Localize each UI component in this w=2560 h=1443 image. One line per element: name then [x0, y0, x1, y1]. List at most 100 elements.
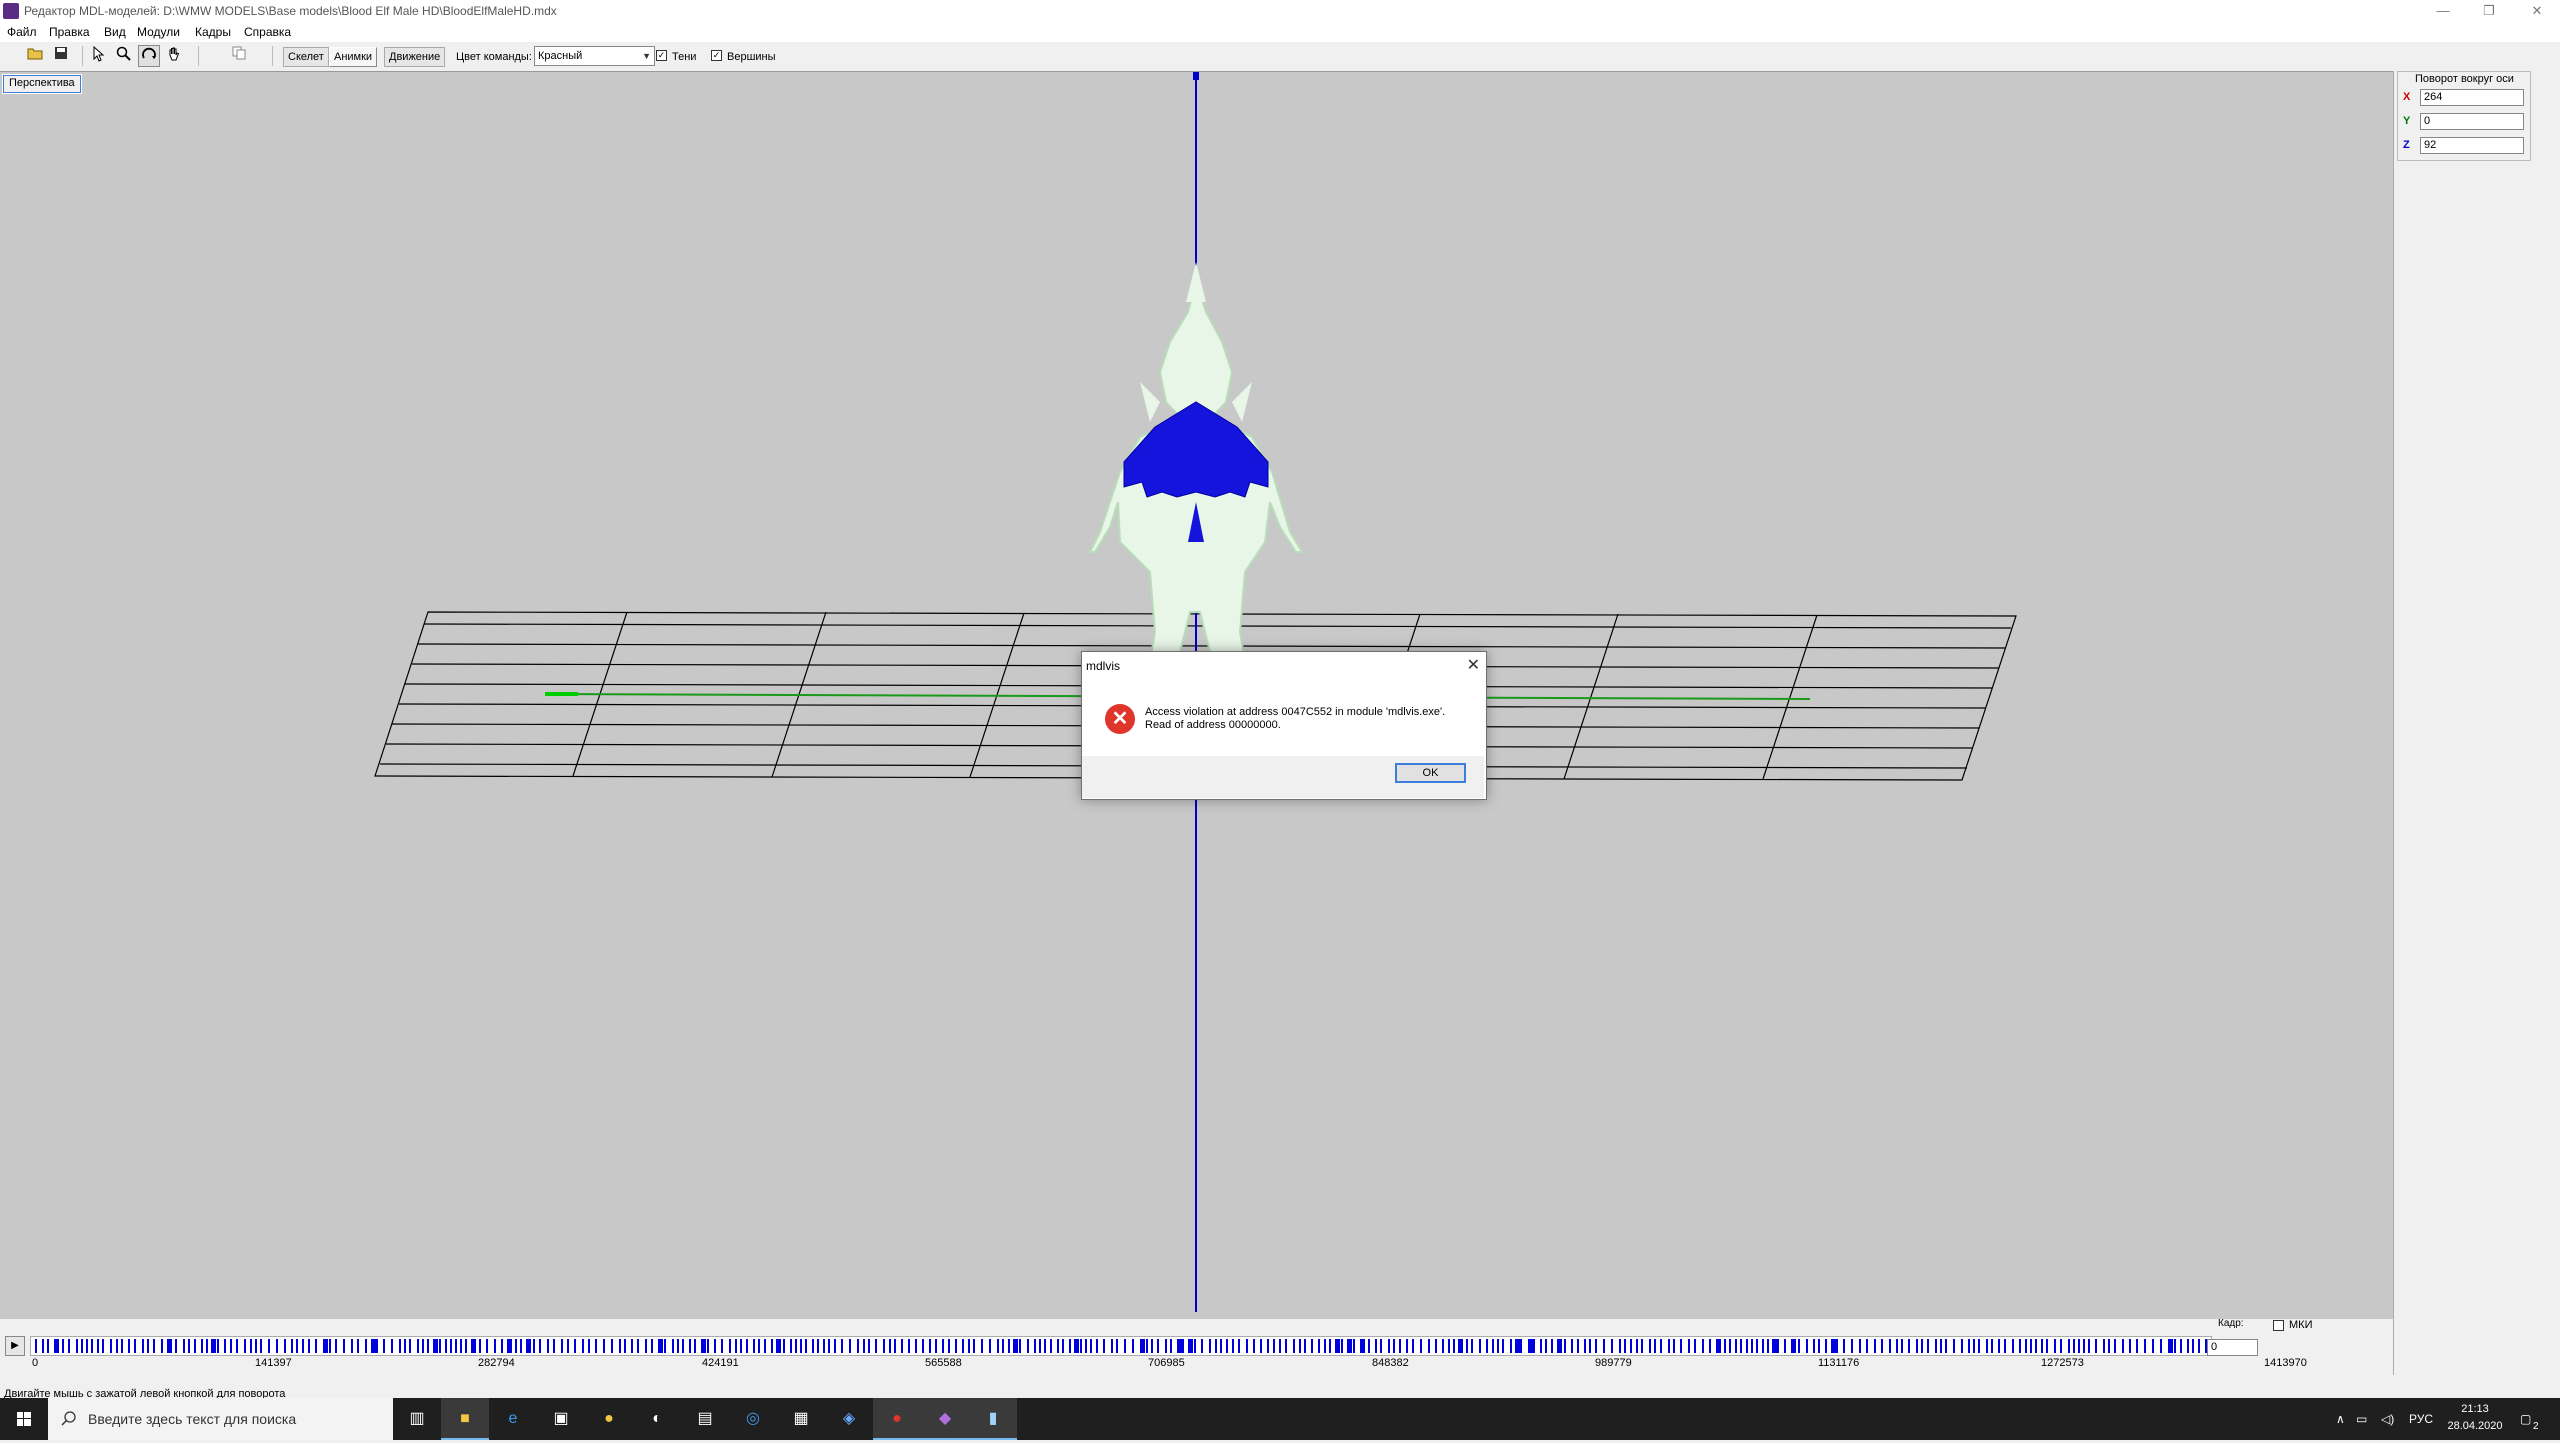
open-file-icon[interactable] — [24, 45, 46, 67]
chrome-icon[interactable]: ● — [585, 1398, 633, 1440]
photoshop-icon[interactable]: ◈ — [825, 1398, 873, 1440]
keyframe-mark — [1116, 1339, 1118, 1353]
team-color-select[interactable]: Красный ▼ — [534, 46, 655, 66]
axis-z-input[interactable]: 92 — [2420, 137, 2524, 154]
play-icon[interactable]: ▶ — [5, 1336, 25, 1356]
select-cursor-icon[interactable] — [88, 45, 110, 67]
keyframe-mark — [1085, 1339, 1087, 1353]
app-window-icon[interactable]: ▦ — [777, 1398, 825, 1440]
keyframe-mark — [800, 1339, 802, 1353]
taskbar-search[interactable]: Введите здесь текст для поиска — [48, 1398, 393, 1440]
close-button[interactable]: ✕ — [2514, 0, 2560, 22]
steam-icon[interactable]: ◐ — [633, 1398, 681, 1440]
start-button[interactable] — [0, 1398, 48, 1440]
perspective-button[interactable]: Перспектива — [2, 74, 82, 94]
keyframe-mark — [2108, 1339, 2110, 1353]
restore-button[interactable]: ❐ — [2466, 0, 2512, 22]
rotation-title: Поворот вокруг оси — [2415, 73, 2514, 85]
keyframe-mark — [1311, 1339, 1313, 1353]
keyframe-mark — [110, 1339, 112, 1353]
keyframe-mark — [2019, 1339, 2021, 1353]
keyframe-mark — [645, 1339, 647, 1353]
uplay-icon[interactable]: ◎ — [729, 1398, 777, 1440]
tab-skeleton[interactable]: Скелет — [283, 47, 329, 67]
keyframe-mark — [494, 1339, 496, 1353]
keyframe-mark — [694, 1339, 696, 1353]
axis-x-input[interactable]: 264 — [2420, 89, 2524, 106]
vertices-checkbox[interactable]: ✓ — [711, 50, 722, 61]
keyframe-mark — [1442, 1339, 1444, 1353]
keyframe-mark — [714, 1339, 716, 1353]
mdlvis-icon[interactable]: ◆ — [921, 1398, 969, 1440]
minimize-button[interactable]: — — [2420, 0, 2466, 22]
menu-help[interactable]: Справка — [244, 25, 291, 39]
keyframe-mark — [2114, 1339, 2116, 1353]
tick-label: 282794 — [478, 1357, 515, 1369]
keyframe-mark — [302, 1339, 304, 1353]
keyframe-mark — [1751, 1339, 1753, 1353]
menu-edit[interactable]: Правка — [49, 25, 90, 39]
right-panel: Поворот вокруг оси X 264 Y 0 Z 92 — [2393, 71, 2560, 1375]
notepad-icon[interactable]: ▮ — [969, 1398, 1017, 1440]
keyframe-mark — [343, 1339, 345, 1353]
keyframe-mark — [167, 1339, 172, 1353]
ok-button[interactable]: OK — [1395, 763, 1466, 783]
dialog-message-line1: Access violation at address 0047C552 in … — [1145, 706, 1446, 718]
keyframe-mark — [1201, 1339, 1203, 1353]
keyframe-mark — [383, 1339, 385, 1353]
task-view-icon[interactable]: ▥ — [393, 1398, 441, 1440]
keyframe-mark — [1393, 1339, 1395, 1353]
zoom-icon[interactable] — [113, 45, 135, 67]
menu-view[interactable]: Вид — [104, 25, 126, 39]
rotate-icon[interactable] — [138, 45, 160, 67]
shadows-checkbox[interactable]: ✓ — [656, 50, 667, 61]
keyframe-mark — [1341, 1339, 1343, 1353]
timeline-track[interactable] — [30, 1336, 2212, 1356]
keyframe-mark — [1520, 1339, 1522, 1353]
keyframe-mark — [1584, 1339, 1586, 1353]
keyframe-mark — [746, 1339, 748, 1353]
keyframe-mark — [2095, 1339, 2097, 1353]
keyframe-mark — [2035, 1339, 2037, 1353]
keyframe-mark — [315, 1339, 317, 1353]
keyframe-mark — [391, 1339, 393, 1353]
axis-y-input[interactable]: 0 — [2420, 113, 2524, 130]
keyframe-mark — [1285, 1339, 1287, 1353]
store-icon[interactable]: ▣ — [537, 1398, 585, 1440]
mki-checkbox[interactable] — [2273, 1320, 2284, 1331]
keyframe-mark — [1353, 1339, 1355, 1353]
epic-games-icon[interactable]: ▤ — [681, 1398, 729, 1440]
keyframe-mark — [1215, 1339, 1217, 1353]
keyframe-mark — [2122, 1339, 2124, 1353]
clock[interactable]: 21:13 28.04.2020 — [2445, 1401, 2505, 1435]
save-file-icon[interactable] — [50, 45, 72, 67]
file-explorer-icon[interactable]: ■ — [441, 1398, 489, 1440]
pan-hand-icon[interactable] — [163, 45, 185, 67]
tab-animations[interactable]: Анимки — [329, 47, 378, 67]
volume-icon[interactable]: ◁) — [2381, 1398, 2394, 1440]
tray-chevron-icon[interactable]: ∧ — [2336, 1398, 2345, 1440]
keyframe-mark — [2054, 1339, 2056, 1353]
error-dialog: mdlvis ✕ ✕ Access violation at address 0… — [1081, 651, 1487, 800]
keyframe-mark — [735, 1339, 737, 1353]
window-title: Редактор MDL-моделей: D:\WMW MODELS\Base… — [24, 4, 557, 18]
frame-input[interactable]: 0 — [2207, 1339, 2258, 1356]
language-indicator[interactable]: РУС — [2409, 1398, 2433, 1440]
menu-modules[interactable]: Модули — [137, 25, 180, 39]
menu-frames[interactable]: Кадры — [195, 25, 231, 39]
keyframe-mark — [812, 1339, 814, 1353]
vertices-label: Вершины — [727, 51, 776, 63]
tab-movement[interactable]: Движение — [384, 47, 446, 67]
network-icon[interactable]: ▭ — [2356, 1398, 2367, 1440]
notifications-icon[interactable]: ▢ — [2520, 1398, 2531, 1440]
keyframe-mark — [1008, 1339, 1010, 1353]
keyframe-mark — [929, 1339, 931, 1353]
keyframe-mark — [790, 1339, 792, 1353]
chrome-active-icon[interactable]: ● — [873, 1398, 921, 1440]
tick-label: 0 — [32, 1357, 39, 1369]
keyframe-mark — [1688, 1339, 1690, 1353]
dialog-close-icon[interactable]: ✕ — [1467, 655, 1480, 675]
copy-icon[interactable] — [228, 45, 250, 67]
edge-icon[interactable]: e — [489, 1398, 537, 1440]
menu-file[interactable]: Файл — [7, 25, 37, 39]
